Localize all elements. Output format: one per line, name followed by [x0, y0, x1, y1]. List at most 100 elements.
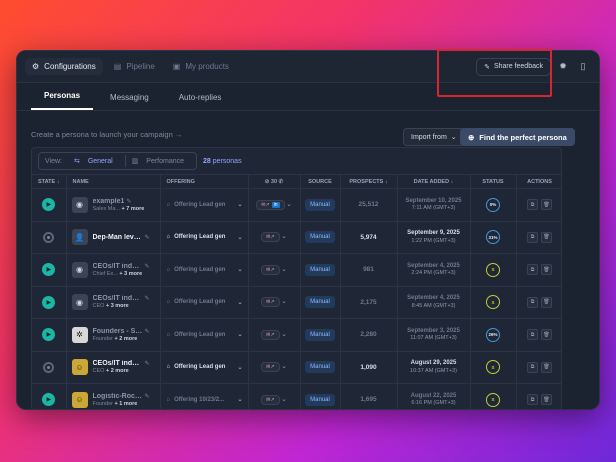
stop-icon[interactable]	[43, 361, 55, 373]
persona-name[interactable]: CEOs/IT indus...	[93, 295, 143, 302]
table-row[interactable]: ☺ CEOs/IT indus... ✎ CEO + 2 more ⌂ Offering …	[32, 351, 561, 384]
delete-icon[interactable]: 🗑	[541, 231, 552, 243]
stop-icon[interactable]	[43, 231, 55, 243]
channels-cell[interactable]: ✉↗ ⌄	[248, 221, 301, 254]
play-icon[interactable]: ▶	[42, 328, 56, 342]
edit-icon[interactable]: ✎	[145, 235, 150, 241]
col-state[interactable]: STATE ↓	[32, 174, 67, 189]
delete-icon[interactable]: 🗑	[541, 329, 552, 341]
col-name[interactable]: NAME	[66, 174, 161, 189]
table-row[interactable]: ▶ ✲ Founders - Sta... ✎ Founder + 2 more ⌂ Off…	[32, 318, 561, 352]
table-row[interactable]: ▶ ◉ CEOs/IT indus... ✎ Chief Ex... + 3 more ⌂…	[32, 253, 561, 287]
state-cell: ▶	[32, 286, 67, 319]
persona-name[interactable]: CEOs/IT indus...	[93, 360, 143, 367]
chevron-down-icon: ⌄	[237, 202, 243, 209]
view-performance-button[interactable]: ▥ Perfomance	[126, 157, 196, 165]
chevron-down-icon: ⌄	[281, 233, 287, 241]
chevron-down-icon: ⌄	[281, 395, 287, 403]
col-date-added[interactable]: DATE ADDED ↓	[397, 174, 471, 189]
time-value: 1:22 PM (GMT+3)	[411, 237, 456, 244]
persona-name[interactable]: Founders - Sta...	[93, 328, 143, 335]
edit-icon[interactable]: ✎	[145, 361, 150, 367]
box-icon: ▣	[172, 62, 181, 71]
source-badge: Manual	[305, 393, 335, 406]
channels-cell[interactable]: ✉↗ in ⌄	[248, 188, 301, 222]
col-prospects[interactable]: PROSPECTS ↓	[340, 174, 398, 189]
offering-cell[interactable]: ⌂ Offering 10/23/2... ⌄	[160, 383, 249, 409]
persona-name[interactable]: Dep-Man level...	[93, 234, 143, 241]
table-row[interactable]: ▶ ◉ example1 ✎ Sales Ma... + 7 more ⌂ Offering…	[32, 188, 561, 222]
play-icon[interactable]: ▶	[42, 198, 56, 212]
chevron-down-icon: ⌄	[281, 363, 287, 371]
edit-icon[interactable]: ✎	[145, 264, 150, 270]
tab-pipeline[interactable]: ▤ Pipeline	[107, 58, 162, 75]
subtab-personas[interactable]: Personas	[31, 91, 94, 110]
subtab-messaging[interactable]: Messaging	[97, 93, 162, 110]
duplicate-icon[interactable]: ⧉	[527, 264, 538, 276]
play-icon[interactable]: ▶	[42, 393, 56, 407]
table-row[interactable]: ▶ ☺ Logistic-Rock... ✎ Founder + 1 more ⌂ Offe…	[32, 383, 561, 409]
create-persona-hint[interactable]: Create a persona to launch your campaign…	[31, 130, 182, 139]
table-row[interactable]: 👤 Dep-Man level... ✎ ⌂ Offering Lead gen ⌄ ✉↗ …	[32, 221, 561, 254]
delete-icon[interactable]: 🗑	[541, 394, 552, 406]
channels-cell[interactable]: ✉↗ ⌄	[248, 351, 301, 384]
edit-icon[interactable]: ✎	[145, 329, 150, 335]
col-offering[interactable]: OFFERING	[160, 174, 249, 189]
settings-gear-button[interactable]: ✹	[555, 59, 571, 75]
col-channels[interactable]: ⊘ 30 ✆	[248, 174, 301, 189]
persona-name[interactable]: example1	[93, 198, 125, 205]
persona-name[interactable]: Logistic-Rock...	[93, 393, 143, 400]
play-icon[interactable]: ▶	[42, 295, 56, 309]
duplicate-icon[interactable]: ⧉	[527, 199, 538, 211]
channels-cell[interactable]: ✉↗ ⌄	[248, 383, 301, 409]
view-general-button[interactable]: ⇆ General	[68, 157, 125, 165]
edit-icon[interactable]: ✎	[145, 394, 150, 400]
persona-name[interactable]: CEOs/IT indus...	[93, 263, 143, 270]
date-added-cell: September 4, 2025 2:24 PM (GMT+3)	[397, 253, 471, 287]
duplicate-icon[interactable]: ⧉	[527, 329, 538, 341]
delete-icon[interactable]: 🗑	[541, 199, 552, 211]
offering-icon: ⌂	[166, 266, 171, 273]
source-cell: Manual	[300, 383, 341, 409]
duplicate-icon[interactable]: ⧉	[527, 361, 538, 373]
delete-icon[interactable]: 🗑	[541, 264, 552, 276]
offering-cell[interactable]: ⌂ Offering Lead gen ⌄	[160, 318, 249, 352]
offering-cell[interactable]: ⌂ Offering Lead gen ⌄	[160, 188, 249, 222]
offering-icon: ⌂	[166, 364, 171, 371]
duplicate-icon[interactable]: ⧉	[527, 296, 538, 308]
channels-cell[interactable]: ✉↗ ⌄	[248, 253, 301, 287]
import-from-button[interactable]: Import from ⌄	[403, 128, 465, 146]
status-ring: 31%	[486, 230, 500, 245]
offering-cell[interactable]: ⌂ Offering Lead gen ⌄	[160, 253, 249, 287]
source-cell: Manual	[300, 351, 341, 384]
edit-icon[interactable]: ✎	[145, 296, 150, 302]
tab-configurations[interactable]: ⚙ Configurations	[25, 58, 103, 75]
col-status[interactable]: STATUS	[470, 174, 517, 189]
date-value: August 29, 2025	[410, 360, 457, 367]
duplicate-icon[interactable]: ⧉	[527, 231, 538, 243]
docs-button[interactable]: ▯	[575, 59, 591, 75]
offering-cell[interactable]: ⌂ Offering Lead gen ⌄	[160, 351, 249, 384]
find-perfect-persona-button[interactable]: ⊕ Find the perfect persona	[460, 128, 575, 146]
table-row[interactable]: ▶ ◉ CEOs/IT indus... ✎ CEO + 3 more ⌂ Offering…	[32, 286, 561, 319]
state-cell: ▶	[32, 188, 67, 222]
offering-cell[interactable]: ⌂ Offering Lead gen ⌄	[160, 286, 249, 319]
settings-icon: ⚙	[32, 62, 40, 71]
col-source[interactable]: SOURCE	[300, 174, 341, 189]
actions-cell: ⧉ 🗑	[516, 286, 561, 319]
duplicate-icon[interactable]: ⧉	[527, 394, 538, 406]
delete-icon[interactable]: 🗑	[541, 361, 552, 373]
source-badge: Manual	[305, 198, 335, 211]
tab-my-products[interactable]: ▣ My products	[166, 58, 236, 75]
delete-icon[interactable]: 🗑	[541, 296, 552, 308]
channels-cell[interactable]: ✉↗ ⌄	[248, 286, 301, 319]
status-ring: S	[486, 392, 500, 407]
persona-count: 28 personas	[203, 157, 242, 165]
edit-icon[interactable]: ✎	[126, 199, 131, 205]
channels-cell[interactable]: ✉↗ ⌄	[248, 318, 301, 352]
offering-cell[interactable]: ⌂ Offering Lead gen ⌄	[160, 221, 249, 254]
avatar: ◉	[71, 196, 88, 213]
play-icon[interactable]: ▶	[42, 263, 56, 277]
state-cell	[32, 351, 67, 384]
subtab-auto-replies[interactable]: Auto-replies	[166, 93, 235, 110]
